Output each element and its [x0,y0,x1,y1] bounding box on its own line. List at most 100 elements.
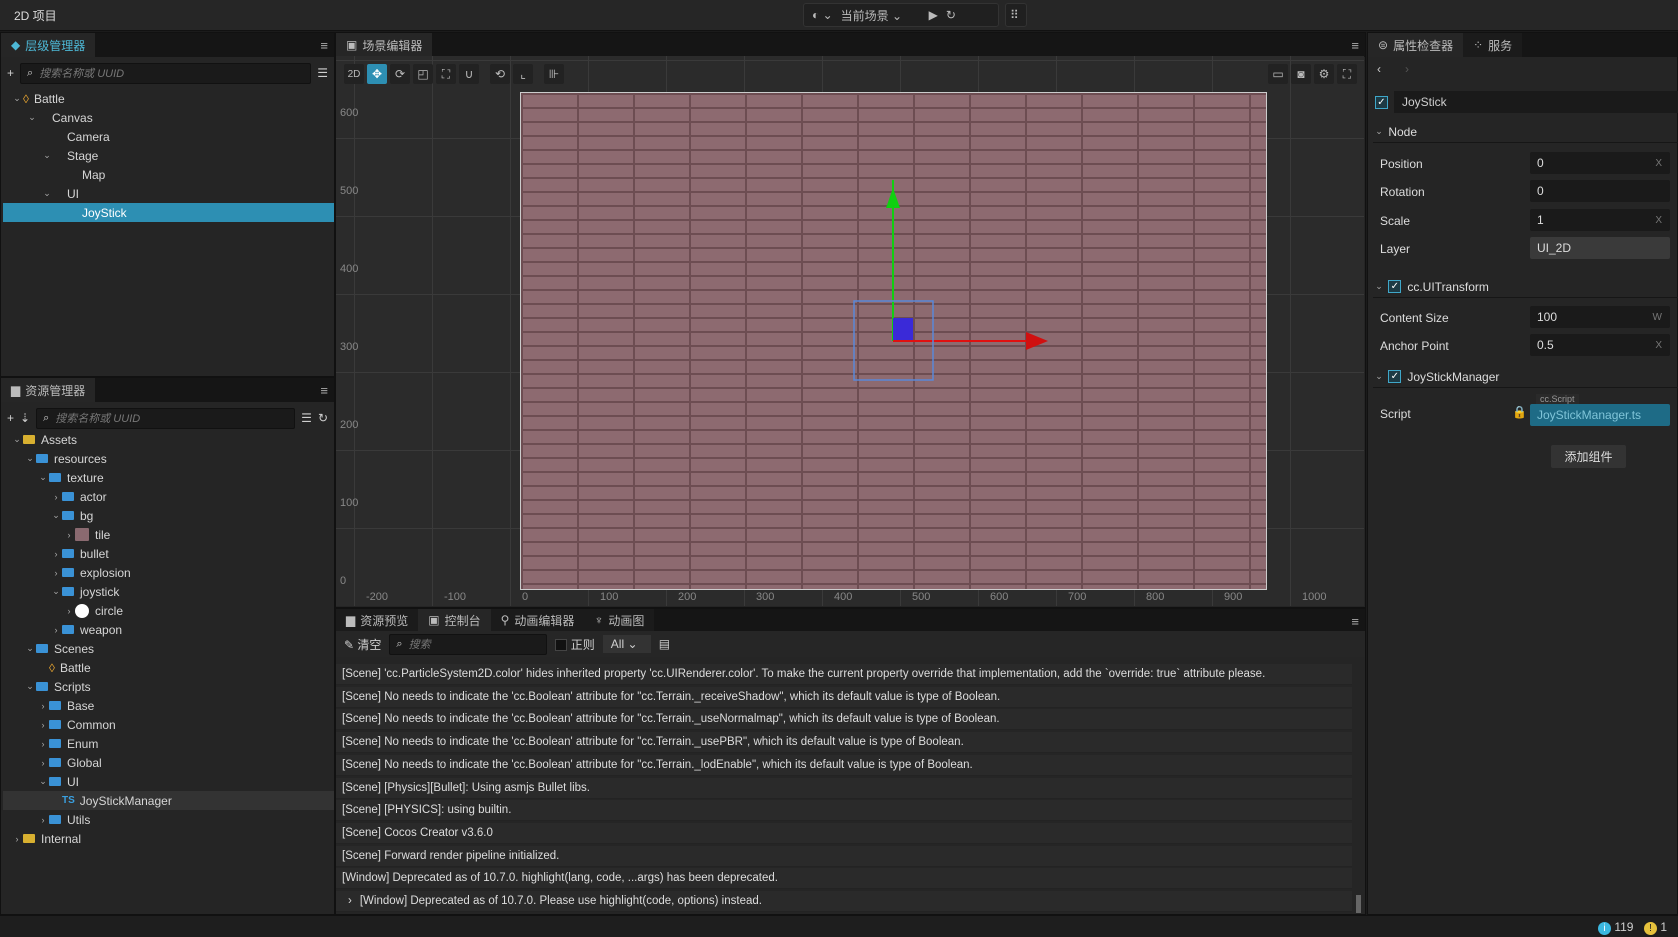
log-entry[interactable]: [Scene] Forward render pipeline initiali… [336,845,1352,867]
log-entry[interactable]: [Scene] [Physics][Bullet]: Using asmjs B… [336,777,1352,799]
regex-checkbox[interactable]: 正则 [555,636,595,653]
chevron-down-icon[interactable]: ⌄ [24,643,36,654]
chevron-down-icon[interactable]: ⌄ [50,510,62,521]
layout-button[interactable]: ⠿ [1005,3,1027,27]
fullscreen-icon[interactable]: ⛶ [1337,64,1357,84]
console-search-input[interactable]: ⌕ 搜索 [389,633,548,655]
move-tool-icon[interactable]: ✥ [367,64,387,84]
scale-tool-icon[interactable]: ◰ [413,64,433,84]
tab-console[interactable]: ▣ 控制台 [418,609,491,631]
play-icon[interactable]: ▶ [929,8,938,22]
asset-item[interactable]: ⌄ Scenes [3,639,334,658]
move-gizmo[interactable] [840,180,1060,400]
chevron-down-icon[interactable]: ⌄ [41,150,53,161]
list-icon[interactable]: ☰ [301,411,312,425]
asset-item[interactable]: › Internal [3,829,334,848]
rotation-input[interactable]: 0 [1530,180,1670,202]
asset-item[interactable]: › Enum [3,734,334,753]
warning-count[interactable]: ! 1 [1644,920,1667,935]
hierarchy-node[interactable]: ⌄ Stage [3,146,334,165]
chevron-down-icon[interactable]: ⌄ [11,93,23,104]
chevron-right-icon[interactable]: › [50,625,62,635]
tab-services[interactable]: ⁘ 服务 [1463,33,1523,57]
chevron-right-icon[interactable]: › [37,720,49,730]
asset-item[interactable]: › Common [3,715,334,734]
info-count[interactable]: i 119 [1598,920,1633,935]
chevron-down-icon[interactable]: ⌄ [41,188,53,199]
log-entry[interactable]: › [Window] Deprecated as of 10.7.0. Pleas… [336,891,1352,912]
chevron-right-icon[interactable]: › [50,549,62,559]
hierarchy-node[interactable]: ⌄ UI [3,184,334,203]
hierarchy-node[interactable]: Map [3,165,334,184]
snap-icon[interactable]: ∪ [459,64,479,84]
chevron-right-icon[interactable]: › [37,758,49,768]
x-arrow-icon[interactable] [1026,332,1048,350]
clear-button[interactable]: ✎ 清空 [344,636,381,653]
asset-item[interactable]: › bullet [3,544,334,563]
chevron-down-icon[interactable]: ⌄ [37,776,49,787]
asset-item[interactable]: ⌄ texture [3,468,334,487]
chevron-down-icon[interactable]: ⌄ [26,112,38,123]
back-icon[interactable]: ‹ [1377,62,1381,76]
chevron-right-icon[interactable]: › [63,530,75,540]
script-asset-field[interactable]: JoyStickManager.ts [1530,404,1670,426]
node-name-input[interactable]: JoyStick [1394,91,1678,113]
asset-item[interactable]: ⌄ Assets [3,430,334,449]
log-entry[interactable]: [Scene] [PHYSICS]: using builtin. [336,800,1352,822]
log-entry[interactable]: [Scene] No needs to indicate the 'cc.Boo… [336,686,1352,708]
list-icon[interactable]: ☰ [317,66,328,80]
asset-item[interactable]: › explosion [3,563,334,582]
log-entry[interactable]: [Window] Deprecated as of 10.7.0. highli… [336,868,1352,890]
chevron-right-icon[interactable]: › [37,701,49,711]
log-file-icon[interactable]: ▤ [659,637,670,651]
menu-icon[interactable]: ≡ [1351,614,1359,629]
asset-item[interactable]: › Base [3,696,334,715]
log-entry[interactable]: [Scene] No needs to indicate the 'cc.Boo… [336,732,1352,754]
menu-icon[interactable]: ≡ [320,38,328,53]
console-scrollbar[interactable] [1356,895,1361,913]
scene-select[interactable]: 当前场景 ⌄ [841,7,921,24]
joystick-node[interactable] [893,318,913,340]
camera-icon[interactable]: ◙ [1291,64,1311,84]
asset-item[interactable]: ◊ Battle [3,658,334,677]
chevron-down-icon[interactable]: ⌄ [37,472,49,483]
asset-item[interactable]: › actor [3,487,334,506]
add-icon[interactable]: + [7,66,14,80]
hierarchy-node[interactable]: ⌄ ◊ Battle [3,89,334,108]
scale-x-input[interactable]: 1X [1530,209,1670,231]
hierarchy-node[interactable]: JoyStick [3,203,334,222]
asset-item[interactable]: › circle [3,601,334,620]
chevron-down-icon[interactable]: ⌄ [11,434,23,445]
menu-icon[interactable]: ≡ [1351,38,1359,53]
chevron-right-icon[interactable]: › [37,739,49,749]
asset-item[interactable]: ⌄ Scripts [3,677,334,696]
tab-assets[interactable]: ▆ 资源管理器 [1,378,96,402]
hierarchy-search-input[interactable]: ⌕ 搜索名称或 UUID [20,62,312,84]
node-section[interactable]: ⌄ Node [1373,121,1678,143]
asset-item[interactable]: ⌄ bg [3,506,334,525]
asset-item[interactable]: TS JoyStickManager [3,791,334,810]
refresh-icon[interactable]: ↻ [318,411,328,425]
hierarchy-node[interactable]: ⌄ Canvas [3,108,334,127]
asset-item[interactable]: › weapon [3,620,334,639]
add-icon[interactable]: + [7,411,14,425]
assets-search-input[interactable]: ⌕ 搜索名称或 UUID [36,407,296,429]
rotate-tool-icon[interactable]: ⟳ [390,64,410,84]
position-x-input[interactable]: 0X [1530,152,1670,174]
log-entry[interactable]: [Scene] No needs to indicate the 'cc.Boo… [336,754,1352,776]
chevron-right-icon[interactable]: › [63,606,75,616]
local-icon[interactable]: ⌞ [513,64,533,84]
add-component-button[interactable]: 添加组件 [1551,445,1626,468]
asset-item[interactable]: › Utils [3,810,334,829]
refresh-icon[interactable]: ↻ [946,8,956,22]
level-select[interactable]: All ⌄ [602,635,651,653]
chevron-right-icon[interactable]: › [50,492,62,502]
layer-select[interactable]: UI_2D [1530,237,1670,259]
tab-animation-graph[interactable]: ♆ 动画图 [584,609,655,631]
hierarchy-node[interactable]: Camera [3,127,334,146]
pivot-icon[interactable]: ⟲ [490,64,510,84]
chevron-right-icon[interactable]: › [11,834,23,844]
forward-icon[interactable]: › [1405,62,1409,76]
tab-preview[interactable]: ▆ 资源预览 [336,609,419,631]
chevron-down-icon[interactable]: ⌄ [50,586,62,597]
